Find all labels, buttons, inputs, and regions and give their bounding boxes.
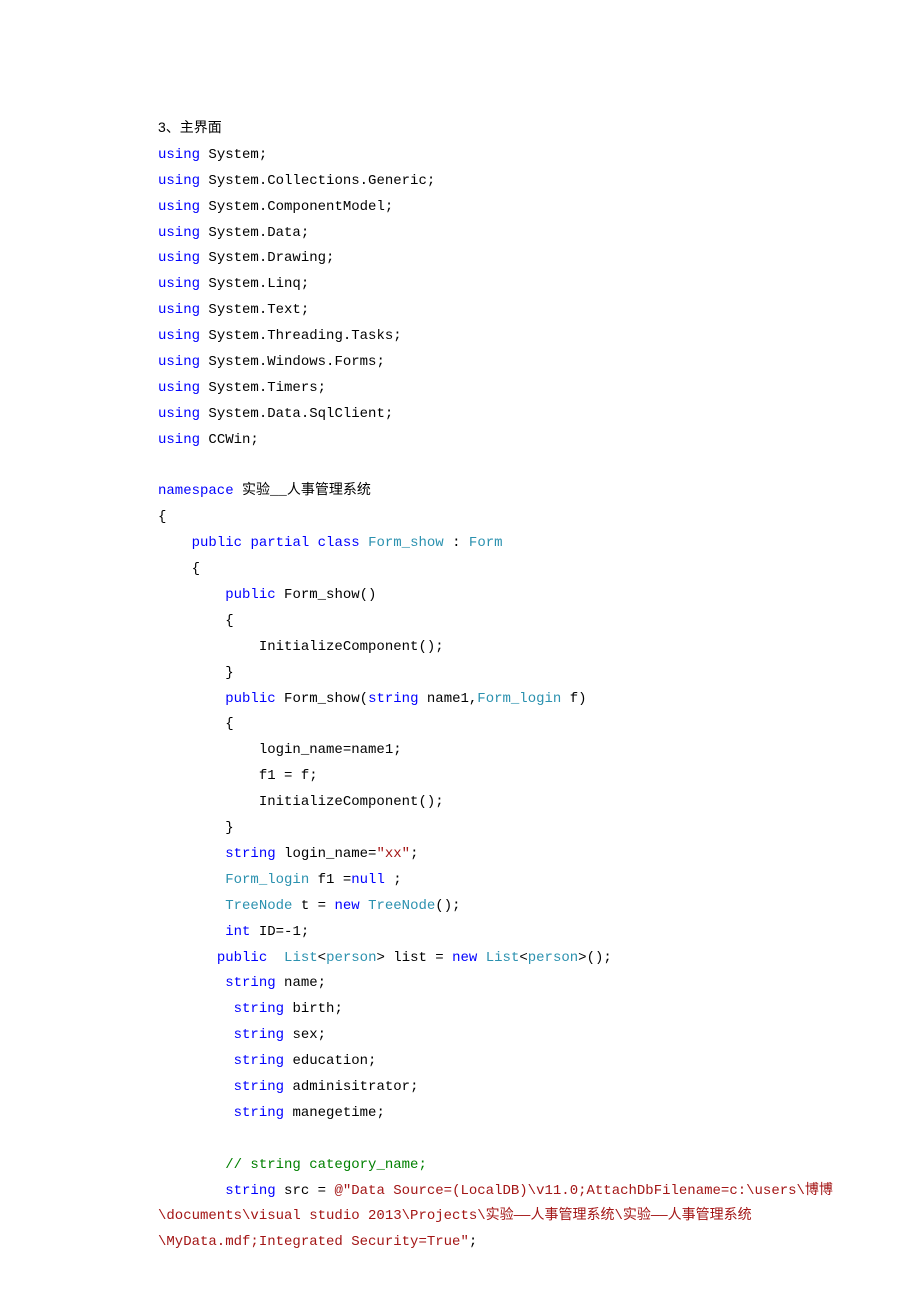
code-line: }: [158, 816, 800, 842]
code-line: string adminisitrator;: [158, 1075, 800, 1101]
code-line: }: [158, 661, 800, 687]
code-line: InitializeComponent();: [158, 635, 800, 661]
code-line: public List<person> list = new List<pers…: [158, 946, 800, 972]
code-line: [158, 1127, 800, 1153]
code-line: public Form_show(string name1,Form_login…: [158, 687, 800, 713]
code-line: f1 = f;: [158, 764, 800, 790]
code-line: using CCWin;: [158, 428, 800, 454]
code-line: using System.Data.SqlClient;: [158, 402, 800, 428]
code-line: using System.Windows.Forms;: [158, 350, 800, 376]
code-line: string education;: [158, 1049, 800, 1075]
code-line: string sex;: [158, 1023, 800, 1049]
code-line: InitializeComponent();: [158, 790, 800, 816]
code-line: string login_name="xx";: [158, 842, 800, 868]
code-line: {: [158, 505, 800, 531]
code-line: \documents\visual studio 2013\Projects\实…: [158, 1204, 800, 1230]
section-heading: 3、主界面: [158, 115, 800, 141]
code-line: using System.ComponentModel;: [158, 195, 800, 221]
code-line: using System.Drawing;: [158, 246, 800, 272]
code-line: login_name=name1;: [158, 738, 800, 764]
code-line: TreeNode t = new TreeNode();: [158, 894, 800, 920]
code-line: {: [158, 712, 800, 738]
code-line: // string category_name;: [158, 1153, 800, 1179]
code-line: string src = @"Data Source=(LocalDB)\v11…: [158, 1179, 800, 1205]
code-line: using System;: [158, 143, 800, 169]
code-line: string birth;: [158, 997, 800, 1023]
code-line: \MyData.mdf;Integrated Security=True";: [158, 1230, 800, 1256]
code-line: using System.Collections.Generic;: [158, 169, 800, 195]
code-line: int ID=-1;: [158, 920, 800, 946]
code-line: namespace 实验__人事管理系统: [158, 479, 800, 505]
code-line: using System.Threading.Tasks;: [158, 324, 800, 350]
code-line: Form_login f1 =null ;: [158, 868, 800, 894]
code-block: using System;using System.Collections.Ge…: [158, 143, 800, 1256]
code-line: string manegetime;: [158, 1101, 800, 1127]
code-line: {: [158, 557, 800, 583]
code-line: using System.Linq;: [158, 272, 800, 298]
code-line: using System.Data;: [158, 221, 800, 247]
code-line: using System.Text;: [158, 298, 800, 324]
code-line: using System.Timers;: [158, 376, 800, 402]
code-line: public Form_show(): [158, 583, 800, 609]
code-line: public partial class Form_show : Form: [158, 531, 800, 557]
code-line: {: [158, 609, 800, 635]
code-line: [158, 454, 800, 480]
code-line: string name;: [158, 971, 800, 997]
